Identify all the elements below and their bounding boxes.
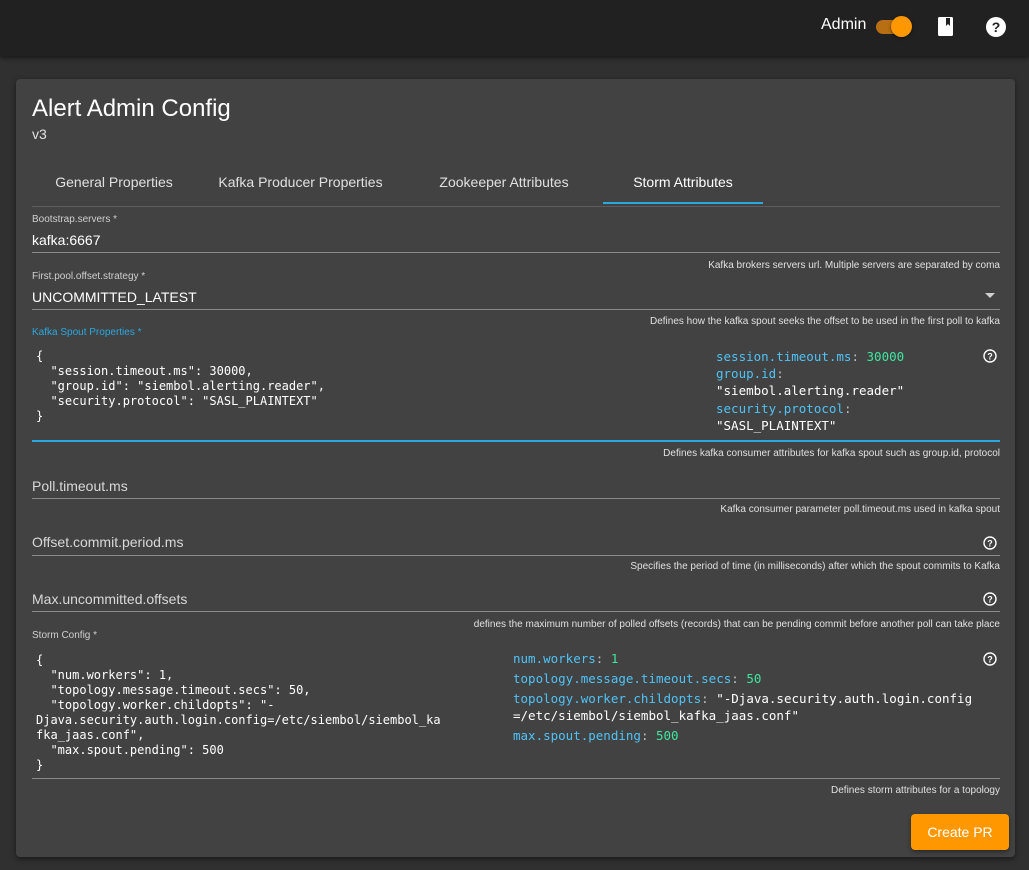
preview-row: security.protocol:: [716, 401, 852, 416]
svg-text:?: ?: [987, 595, 993, 605]
config-card: Alert Admin Config v3 General Properties…: [16, 79, 1015, 857]
offset-commit-period-underline: [32, 555, 1000, 556]
help-circle-icon[interactable]: ?: [985, 16, 1007, 38]
svg-text:?: ?: [987, 539, 993, 549]
preview-row: max.spout.pending: 500: [513, 728, 679, 743]
page-title: Alert Admin Config: [32, 95, 231, 122]
tab-storm-attributes[interactable]: Storm Attributes: [603, 164, 763, 204]
poll-timeout-input[interactable]: Poll.timeout.ms: [32, 478, 128, 494]
poll-timeout-underline: [32, 498, 1000, 499]
create-pr-button[interactable]: Create PR: [911, 814, 1009, 850]
admin-label: Admin: [821, 16, 867, 33]
svg-text:?: ?: [992, 19, 1001, 35]
offset-strategy-label: First.pool.offset.strategy *: [32, 271, 146, 282]
storm-config-label: Storm Config *: [32, 630, 98, 641]
tab-zookeeper-attributes[interactable]: Zookeeper Attributes: [405, 164, 603, 204]
chevron-down-icon[interactable]: [985, 293, 995, 298]
tab-bar: General Properties Kafka Producer Proper…: [32, 164, 1000, 207]
preview-row: group.id:: [716, 366, 784, 381]
help-circle-icon[interactable]: ?: [983, 536, 997, 550]
preview-value: "SASL_PLAINTEXT": [716, 418, 837, 433]
active-tab-indicator: [603, 202, 763, 204]
offset-strategy-underline: [32, 309, 1000, 310]
max-uncommitted-offsets-input[interactable]: Max.uncommitted.offsets: [32, 591, 187, 607]
max-uncommitted-offsets-underline: [32, 611, 1000, 612]
bootstrap-servers-label: Bootstrap.servers *: [32, 214, 118, 225]
book-icon[interactable]: [937, 16, 954, 37]
poll-timeout-hint: Kafka consumer parameter poll.timeout.ms…: [720, 504, 1000, 515]
preview-row: topology.message.timeout.secs: 50: [513, 671, 762, 686]
help-circle-icon[interactable]: ?: [983, 592, 997, 606]
svg-text:?: ?: [987, 352, 993, 362]
storm-config-underline: [32, 778, 1000, 779]
version-label: v3: [32, 126, 47, 142]
preview-row: session.timeout.ms: 30000: [716, 349, 905, 364]
preview-row: num.workers: 1: [513, 651, 619, 666]
spout-properties-editor[interactable]: { "session.timeout.ms": 30000, "group.id…: [36, 349, 325, 424]
storm-config-editor[interactable]: { "num.workers": 1, "topology.message.ti…: [36, 653, 441, 773]
spout-properties-hint: Defines kafka consumer attributes for ka…: [663, 448, 1000, 459]
tab-kafka-producer-properties[interactable]: Kafka Producer Properties: [196, 164, 405, 204]
bootstrap-servers-underline: [32, 252, 1000, 253]
preview-row: topology.worker.childopts: "-Djava.secur…: [513, 691, 973, 723]
help-circle-icon[interactable]: ?: [983, 652, 997, 666]
spout-properties-preview: session.timeout.ms: 30000 group.id: "sie…: [716, 348, 904, 434]
toggle-thumb: [891, 16, 912, 37]
storm-config-preview: num.workers: 1 topology.message.timeout.…: [513, 650, 983, 744]
spout-properties-label: Kafka Spout Properties *: [32, 327, 142, 338]
storm-config-hint: Defines storm attributes for a topology: [831, 785, 1000, 796]
admin-toggle[interactable]: [874, 16, 912, 37]
preview-value: "siembol.alerting.reader": [716, 383, 905, 398]
offset-strategy-hint: Defines how the kafka spout seeks the of…: [649, 316, 1000, 327]
max-uncommitted-offsets-hint: defines the maximum number of polled off…: [473, 619, 1000, 630]
tab-general-properties[interactable]: General Properties: [32, 164, 196, 204]
offset-strategy-select[interactable]: UNCOMMITTED_LATEST: [32, 289, 197, 305]
bootstrap-servers-hint: Kafka brokers servers url. Multiple serv…: [708, 260, 1000, 271]
bootstrap-servers-input[interactable]: kafka:6667: [32, 232, 101, 248]
offset-commit-period-hint: Specifies the period of time (in millise…: [630, 561, 1000, 572]
offset-commit-period-input[interactable]: Offset.commit.period.ms: [32, 534, 183, 550]
spout-properties-underline: [32, 440, 1000, 442]
top-toolbar: Admin ?: [0, 0, 1029, 56]
help-circle-icon[interactable]: ?: [983, 349, 997, 363]
svg-text:?: ?: [987, 655, 993, 665]
